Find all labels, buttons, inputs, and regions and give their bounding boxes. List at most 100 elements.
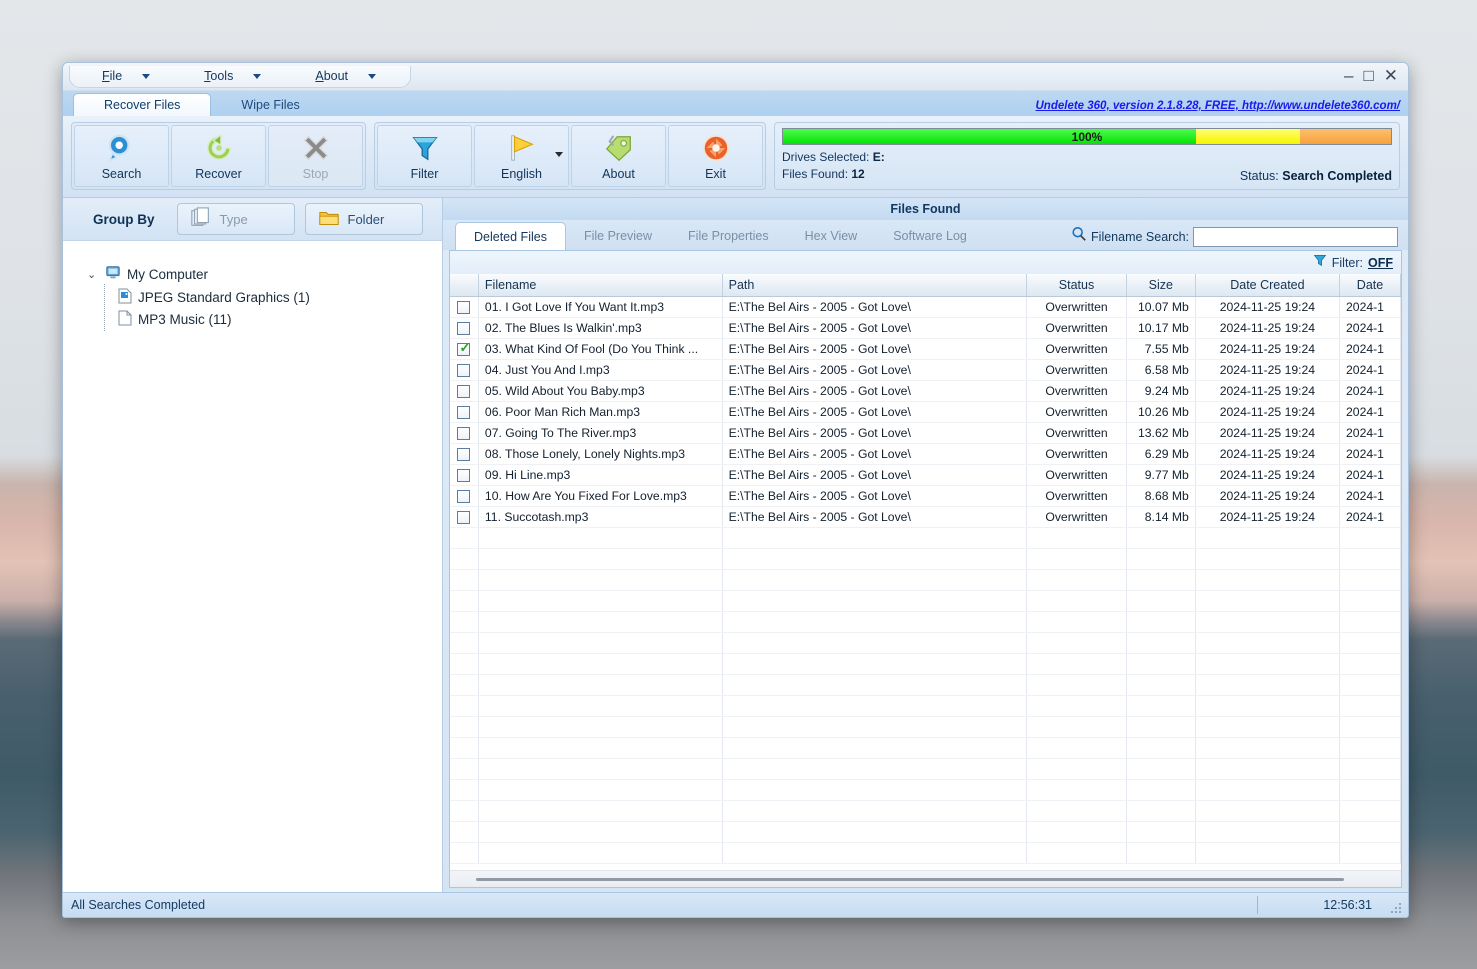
group-by-folder-button[interactable]: Folder bbox=[304, 203, 423, 235]
cell-empty bbox=[1339, 716, 1401, 738]
column-header-date[interactable]: Date bbox=[1339, 274, 1401, 297]
row-checkbox-cell[interactable] bbox=[450, 380, 479, 402]
menu-item-file[interactable]: File bbox=[74, 66, 176, 86]
row-checkbox-cell[interactable] bbox=[450, 485, 479, 507]
filter-button[interactable]: Filter bbox=[377, 125, 472, 187]
tab-deleted-files[interactable]: Deleted Files bbox=[455, 222, 566, 250]
language-button[interactable]: English bbox=[474, 125, 569, 187]
tree-node-my-computer[interactable]: ⌄ My Computer bbox=[87, 263, 442, 286]
cell-empty bbox=[450, 674, 479, 696]
files-found-value: 12 bbox=[851, 167, 865, 181]
files-table-scroll[interactable]: Filename Path Status Size Date Created D… bbox=[450, 274, 1401, 870]
table-row[interactable]: 08. Those Lonely, Lonely Nights.mp3 E:\Th… bbox=[450, 443, 1401, 465]
row-checkbox-cell[interactable] bbox=[450, 443, 479, 465]
table-row[interactable]: 06. Poor Man Rich Man.mp3 E:\The Bel Airs… bbox=[450, 401, 1401, 423]
table-row[interactable]: 04. Just You And I.mp3 E:\The Bel Airs - … bbox=[450, 359, 1401, 381]
table-row[interactable]: 10. How Are You Fixed For Love.mp3 E:\The… bbox=[450, 485, 1401, 507]
search-button[interactable]: Search bbox=[74, 125, 169, 187]
tree-item-mp3-music[interactable]: MP3 Music (11) bbox=[104, 306, 442, 331]
column-header-path[interactable]: Path bbox=[722, 274, 1028, 297]
cell-empty bbox=[1026, 695, 1127, 717]
checkbox-icon[interactable] bbox=[457, 510, 471, 524]
row-checkbox-cell[interactable] bbox=[450, 359, 479, 381]
checkbox-icon[interactable] bbox=[457, 489, 471, 503]
tab-hex-view[interactable]: Hex View bbox=[787, 222, 876, 250]
cell-status: Overwritten bbox=[1026, 359, 1127, 381]
minimize-button[interactable]: – bbox=[1344, 67, 1353, 84]
cell-status: Overwritten bbox=[1026, 338, 1127, 360]
tab-file-properties[interactable]: File Properties bbox=[670, 222, 787, 250]
menu-item-about[interactable]: About bbox=[287, 66, 402, 86]
progress-bar: 100% bbox=[782, 128, 1392, 145]
cell-path: E:\The Bel Airs - 2005 - Got Love\ bbox=[722, 380, 1028, 402]
cell-empty bbox=[478, 674, 723, 696]
cell-empty bbox=[1195, 548, 1341, 570]
maximize-button[interactable]: □ bbox=[1363, 67, 1373, 84]
close-button[interactable]: ✕ bbox=[1384, 67, 1398, 84]
column-header-checkbox[interactable] bbox=[450, 274, 479, 297]
checkbox-icon[interactable] bbox=[457, 321, 471, 335]
group-by-type-button[interactable]: Type bbox=[176, 203, 295, 235]
menu-item-tools[interactable]: Tools bbox=[176, 66, 287, 86]
cell-path: E:\The Bel Airs - 2005 - Got Love\ bbox=[722, 401, 1028, 423]
checkbox-icon[interactable] bbox=[457, 405, 471, 419]
file-type-tree: ⌄ My Computer JPEG Standard Graphics (1)… bbox=[63, 240, 442, 892]
column-header-date-created[interactable]: Date Created bbox=[1195, 274, 1341, 297]
row-checkbox-cell[interactable] bbox=[450, 296, 479, 318]
table-row[interactable]: 02. The Blues Is Walkin'.mp3 E:\The Bel A… bbox=[450, 317, 1401, 339]
tree-item-jpeg-standard-graphics[interactable]: JPEG Standard Graphics (1) bbox=[104, 284, 442, 309]
table-row[interactable]: 11. Succotash.mp3 E:\The Bel Airs - 2005 … bbox=[450, 506, 1401, 528]
checkbox-icon[interactable] bbox=[457, 468, 471, 482]
table-row[interactable]: 07. Going To The River.mp3 E:\The Bel Air… bbox=[450, 422, 1401, 444]
cell-empty bbox=[1026, 632, 1127, 654]
table-row[interactable]: 05. Wild About You Baby.mp3 E:\The Bel Ai… bbox=[450, 380, 1401, 402]
row-checkbox-cell[interactable] bbox=[450, 317, 479, 339]
cell-empty bbox=[1195, 653, 1341, 675]
about-button[interactable]: About bbox=[571, 125, 666, 187]
files-found-title: Files Found bbox=[443, 198, 1408, 220]
checkbox-icon[interactable] bbox=[457, 426, 471, 440]
chevron-down-icon[interactable] bbox=[368, 73, 377, 79]
row-checkbox-cell[interactable] bbox=[450, 338, 479, 360]
stop-button[interactable]: Stop bbox=[268, 125, 363, 187]
cell-path: E:\The Bel Airs - 2005 - Got Love\ bbox=[722, 443, 1028, 465]
version-link[interactable]: Undelete 360, version 2.1.8.28, FREE, ht… bbox=[1036, 100, 1401, 112]
horizontal-scrollbar[interactable] bbox=[450, 870, 1401, 887]
row-checkbox-cell[interactable] bbox=[450, 401, 479, 423]
filter-state[interactable]: OFF bbox=[1368, 256, 1393, 270]
column-header-filename[interactable]: Filename bbox=[478, 274, 723, 297]
tab-wipe-files[interactable]: Wipe Files bbox=[211, 93, 329, 116]
recover-button[interactable]: Recover bbox=[171, 125, 266, 187]
cell-empty bbox=[722, 695, 1028, 717]
column-header-status[interactable]: Status bbox=[1026, 274, 1127, 297]
cell-empty bbox=[722, 548, 1028, 570]
tab-software-log[interactable]: Software Log bbox=[875, 222, 985, 250]
scrollbar-thumb[interactable] bbox=[476, 877, 1344, 881]
table-row[interactable]: 09. Hi Line.mp3 E:\The Bel Airs - 2005 - … bbox=[450, 464, 1401, 486]
chevron-down-icon[interactable]: ⌄ bbox=[87, 268, 99, 281]
chevron-down-icon[interactable] bbox=[142, 73, 151, 79]
cell-empty bbox=[1026, 779, 1127, 801]
checkbox-icon[interactable] bbox=[457, 447, 471, 461]
chevron-down-icon[interactable] bbox=[555, 152, 563, 157]
checkbox-icon[interactable] bbox=[457, 384, 471, 398]
checkbox-icon[interactable] bbox=[457, 300, 471, 314]
tab-recover-files[interactable]: Recover Files bbox=[73, 93, 212, 116]
cell-status: Overwritten bbox=[1026, 380, 1127, 402]
column-header-size[interactable]: Size bbox=[1126, 274, 1196, 297]
row-checkbox-cell[interactable] bbox=[450, 506, 479, 528]
row-checkbox-cell[interactable] bbox=[450, 464, 479, 486]
cell-date: 2024-1 bbox=[1339, 296, 1401, 318]
cell-date: 2024-1 bbox=[1339, 317, 1401, 339]
checkbox-checked-icon[interactable] bbox=[457, 340, 471, 356]
chevron-down-icon[interactable] bbox=[253, 73, 262, 79]
table-row[interactable]: 03. What Kind Of Fool (Do You Think ...E… bbox=[450, 338, 1401, 360]
checkbox-icon[interactable] bbox=[457, 363, 471, 377]
exit-button[interactable]: Exit bbox=[668, 125, 763, 187]
tab-file-preview[interactable]: File Preview bbox=[566, 222, 670, 250]
table-row[interactable]: 01. I Got Love If You Want It.mp3 E:\The … bbox=[450, 296, 1401, 318]
row-checkbox-cell[interactable] bbox=[450, 422, 479, 444]
resize-grip-icon[interactable] bbox=[1390, 902, 1402, 914]
filename-search-input[interactable] bbox=[1193, 226, 1398, 247]
progress-percent-label: 100% bbox=[1071, 129, 1103, 144]
